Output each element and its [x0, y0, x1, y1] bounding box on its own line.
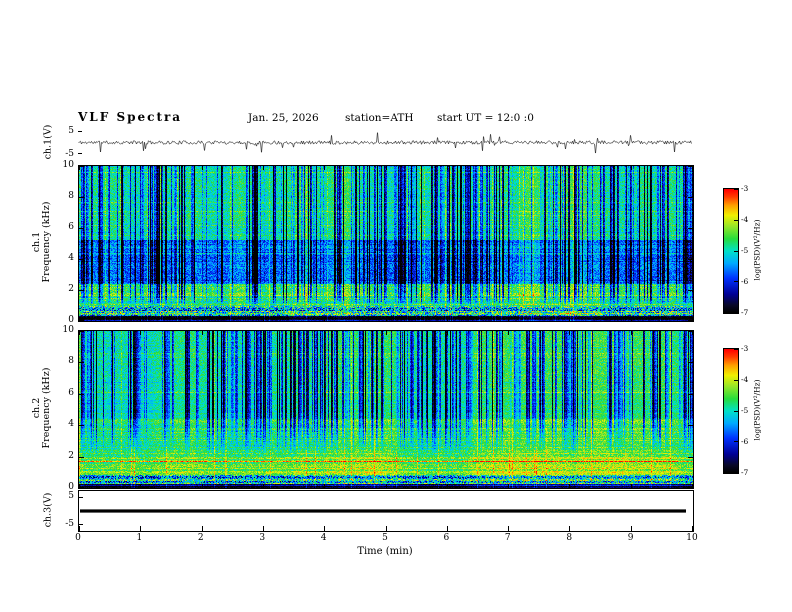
ch1-freq-tick-label: 4 — [68, 253, 74, 263]
colorbar2-tick-label: -3 — [741, 344, 749, 353]
ch1-spec-label-line2: Frequency (kHz) — [41, 201, 52, 283]
time-tick-label: 1 — [136, 533, 143, 543]
time-tick-label: 7 — [504, 533, 511, 543]
time-tick-label: 5 — [382, 533, 388, 543]
colorbar2-tick-label: -6 — [741, 437, 749, 446]
ch1-spectrogram — [78, 165, 694, 322]
ch1-freq-tick-label: 8 — [68, 191, 74, 201]
colorbar2-tick-label: -7 — [741, 468, 749, 477]
time-tick-label: 2 — [197, 533, 204, 543]
ch1-freq-tick-label: 6 — [68, 222, 74, 232]
plot-title: VLF Spectra — [78, 110, 183, 124]
colorbar-2 — [723, 348, 739, 474]
time-tick-label: 4 — [320, 533, 327, 543]
ch3-volt-tick-label: -5 — [65, 519, 74, 530]
colorbar-1-label: log(PSD)(V²/Hz) — [752, 219, 762, 281]
colorbar2-tick-label: -5 — [741, 406, 749, 415]
colorbar-2-label: log(PSD)(V²/Hz) — [752, 379, 762, 441]
time-tick-label: 8 — [566, 533, 573, 543]
ch3-waveform-plot — [78, 490, 694, 532]
ch2-spectrogram-ylabel: ch.2 Frequency (kHz) — [31, 367, 52, 449]
ch2-freq-tick-label: 6 — [68, 387, 74, 398]
ch1-volt-tick-label: -5 — [65, 148, 74, 159]
time-tick-label: 6 — [443, 533, 450, 543]
ch1-waveform-plot — [78, 127, 692, 158]
time-axis-label: Time (min) — [357, 546, 413, 557]
start-ut-label: start UT = 12:0 :0 — [437, 112, 534, 124]
station-label: station=ATH — [345, 112, 414, 124]
ch2-spectrogram — [78, 330, 694, 489]
ch3-volt-tick-label: 5 — [68, 490, 74, 501]
colorbar1-tick-label: -4 — [741, 215, 749, 224]
vlf-spectra-figure: VLF Spectra Jan. 25, 2026 station=ATH st… — [0, 0, 792, 612]
time-tick-label: 9 — [627, 533, 634, 543]
ch2-freq-tick-label: 10 — [62, 325, 74, 335]
ch2-freq-tick-label: 4 — [68, 419, 74, 430]
time-tick-label: 10 — [686, 533, 698, 543]
colorbar1-tick-label: -6 — [741, 277, 749, 286]
colorbar2-tick-label: -4 — [741, 375, 749, 384]
ch1-spectrogram-ylabel: ch.1 Frequency (kHz) — [31, 201, 52, 283]
colorbar1-tick-label: -7 — [741, 308, 749, 317]
colorbar-1 — [723, 188, 739, 314]
time-tick-label: 0 — [75, 533, 81, 543]
ch1-volt-tick-label: 5 — [68, 126, 74, 137]
colorbar1-tick-label: -3 — [741, 184, 749, 193]
ch1-freq-tick-label: 2 — [68, 284, 74, 294]
ch2-freq-tick-label: 2 — [68, 450, 74, 461]
ch2-spec-label-line2: Frequency (kHz) — [41, 367, 52, 449]
date-label: Jan. 25, 2026 — [248, 112, 319, 124]
ch1-freq-tick-label: 10 — [62, 160, 74, 170]
colorbar1-tick-label: -5 — [741, 246, 749, 255]
ch1-freq-tick-label: 0 — [68, 315, 74, 325]
time-tick-label: 3 — [259, 533, 266, 543]
ch2-freq-tick-label: 8 — [68, 356, 74, 367]
